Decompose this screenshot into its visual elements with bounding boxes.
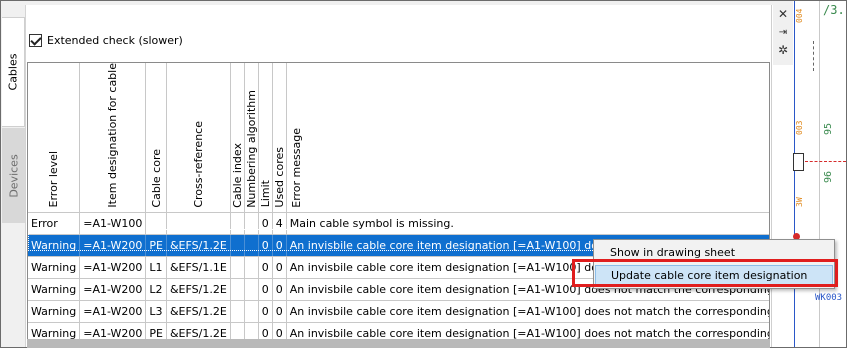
cell-cable-core: L3 [145, 300, 167, 323]
cell-cable-index [230, 212, 245, 235]
cell-used-cores: 4 [272, 212, 287, 235]
tab-devices[interactable]: Devices [2, 128, 25, 223]
cell-cable-index [230, 234, 245, 257]
horizontal-scrollbar[interactable] [27, 339, 770, 348]
extended-check-label: Extended check (slower) [47, 33, 183, 47]
cell-numbering-algorithm [244, 300, 259, 323]
cell-item-designation: =A1-W200 [79, 278, 147, 301]
drawing-symbol [793, 153, 804, 171]
extended-check-checkbox[interactable] [29, 33, 42, 47]
drawing-dashed-line [813, 41, 814, 71]
cell-error-level: Warning [28, 278, 81, 301]
col-header-error-level[interactable]: Error level [28, 63, 81, 213]
cell-limit: 0 [258, 234, 273, 257]
menu-item-show-in-drawing-sheet[interactable]: Show in drawing sheet [595, 243, 833, 263]
cell-numbering-algorithm [244, 234, 259, 257]
cell-cross-reference [166, 212, 231, 235]
cell-error-message: An invisbile cable core item designation… [286, 300, 769, 323]
cell-cable-index [230, 256, 245, 279]
drawing-text: 3W [795, 197, 804, 207]
menu-item-update-cable-core-designation[interactable]: Update cable core item designation [595, 265, 833, 285]
cell-numbering-algorithm [244, 256, 259, 279]
context-menu: Show in drawing sheet Update cable core … [593, 239, 835, 289]
col-header-limit[interactable]: Limit [258, 63, 273, 213]
cell-cable-core: PE [145, 234, 167, 257]
col-header-numbering-algorithm[interactable]: Numbering algorithm [244, 63, 259, 213]
cell-cable-core [145, 212, 167, 235]
gear-icon[interactable]: ✲ [777, 44, 789, 56]
cell-item-designation: =A1-W200 [79, 300, 147, 323]
drawing-sheet-preview: /3. 004 003 95 96 3W WK003 [793, 1, 846, 347]
cell-numbering-algorithm [244, 278, 259, 301]
col-header-cable-core[interactable]: Cable core [145, 63, 167, 213]
table-row[interactable]: Error =A1-W100 0 4 Main cable symbol is … [28, 212, 769, 235]
extended-check-option[interactable]: Extended check (slower) [29, 32, 183, 48]
close-icon[interactable]: ✕ [777, 8, 789, 20]
cell-limit: 0 [258, 278, 273, 301]
panel-toolbar: ✕ ⇥ ✲ [773, 5, 793, 65]
drawing-red-wire [805, 161, 846, 162]
table-header-row: Error level Item designation for cable C… [28, 63, 769, 213]
cell-item-designation: =A1-W200 [79, 256, 147, 279]
drawing-text: 003 [795, 120, 804, 135]
cell-used-cores: 0 [272, 300, 287, 323]
cell-item-designation: =A1-W100 [79, 212, 147, 235]
tab-devices-label: Devices [7, 153, 20, 198]
tab-cables[interactable]: Cables [2, 17, 25, 127]
col-header-error-message[interactable]: Error message [286, 63, 769, 213]
cell-item-designation: =A1-W200 [79, 234, 147, 257]
col-header-cable-index[interactable]: Cable index [230, 63, 245, 213]
pin-icon[interactable]: ⇥ [777, 27, 789, 39]
drawing-text: WK003 [815, 293, 843, 303]
error-table: Error level Item designation for cable C… [27, 62, 770, 348]
cell-cable-index [230, 300, 245, 323]
cell-cross-reference: &EFS/1.2E [166, 300, 231, 323]
cell-cross-reference: &EFS/1.2E [166, 234, 231, 257]
cell-numbering-algorithm [244, 212, 259, 235]
cell-used-cores: 0 [272, 256, 287, 279]
cell-error-level: Warning [28, 256, 81, 279]
drawing-text: /3. [823, 3, 845, 17]
cell-limit: 0 [258, 300, 273, 323]
drawing-text: 95 [823, 122, 834, 135]
col-header-used-cores[interactable]: Used cores [272, 63, 287, 213]
cell-cross-reference: &EFS/1.2E [166, 278, 231, 301]
cell-used-cores: 0 [272, 234, 287, 257]
cell-limit: 0 [258, 256, 273, 279]
cell-limit: 0 [258, 212, 273, 235]
cell-cable-index [230, 278, 245, 301]
cell-cable-core: L1 [145, 256, 167, 279]
cell-error-level: Error [28, 212, 81, 235]
col-header-cross-reference[interactable]: Cross-reference [166, 63, 231, 213]
drawing-text: 96 [823, 170, 834, 183]
cell-cross-reference: &EFS/1.1E [166, 256, 231, 279]
cell-error-level: Warning [28, 234, 81, 257]
side-tab-bar: Cables Devices [1, 5, 26, 347]
cell-used-cores: 0 [272, 278, 287, 301]
tab-cables-label: Cables [6, 53, 20, 91]
cell-cable-core: L2 [145, 278, 167, 301]
drawing-border-line [794, 1, 795, 347]
col-header-item-designation[interactable]: Item designation for cable [79, 63, 147, 213]
table-row[interactable]: Warning =A1-W200 L3 &EFS/1.2E 0 0 An inv… [28, 300, 769, 323]
cell-error-level: Warning [28, 300, 81, 323]
drawing-text: 004 [795, 8, 804, 23]
cell-error-message: Main cable symbol is missing. [286, 212, 769, 235]
